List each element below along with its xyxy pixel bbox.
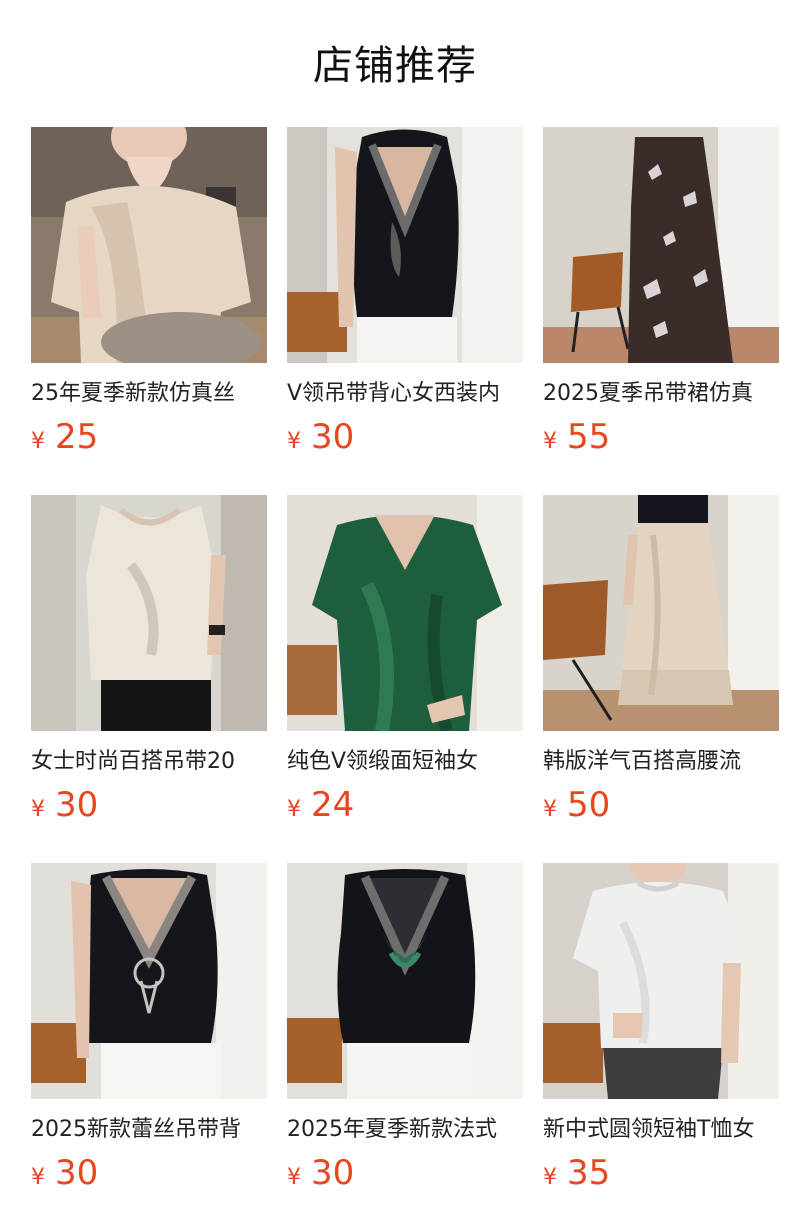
beige-satin-skirt-photo[interactable] <box>543 495 779 731</box>
product-price: ¥ 30 <box>287 1153 354 1193</box>
store-recommendations-page: 店铺推荐 25年夏季新款仿真丝 ¥ 25 V领吊带背心女西装内 ¥ 30 202… <box>0 0 790 1232</box>
product-title[interactable]: V领吊带背心女西装内 <box>287 379 523 409</box>
product-title[interactable]: 2025年夏季新款法式 <box>287 1115 523 1145</box>
price-amount: 30 <box>311 1153 355 1193</box>
product-grid: 25年夏季新款仿真丝 ¥ 25 V领吊带背心女西装内 ¥ 30 2025夏季吊带… <box>31 127 779 1193</box>
black-lace-vest-photo[interactable] <box>287 127 523 363</box>
product-title[interactable]: 2025夏季吊带裙仿真 <box>543 379 779 409</box>
currency-symbol: ¥ <box>287 797 301 822</box>
currency-symbol: ¥ <box>31 797 45 822</box>
product-price: ¥ 30 <box>287 417 354 457</box>
currency-symbol: ¥ <box>287 1165 301 1190</box>
product-card[interactable]: 纯色V领缎面短袖女 ¥ 24 <box>287 495 523 825</box>
product-card[interactable]: 2025新款蕾丝吊带背 ¥ 30 <box>31 863 267 1193</box>
product-title[interactable]: 25年夏季新款仿真丝 <box>31 379 267 409</box>
currency-symbol: ¥ <box>543 797 557 822</box>
product-card[interactable]: 韩版洋气百搭高腰流 ¥ 50 <box>543 495 779 825</box>
price-amount: 30 <box>311 417 355 457</box>
product-title[interactable]: 韩版洋气百搭高腰流 <box>543 747 779 777</box>
currency-symbol: ¥ <box>287 429 301 454</box>
product-card[interactable]: 2025夏季吊带裙仿真 ¥ 55 <box>543 127 779 457</box>
product-price: ¥ 30 <box>31 785 98 825</box>
product-card[interactable]: 新中式圆领短袖T恤女 ¥ 35 <box>543 863 779 1193</box>
product-title[interactable]: 女士时尚百搭吊带20 <box>31 747 267 777</box>
product-price: ¥ 35 <box>543 1153 610 1193</box>
product-card[interactable]: 25年夏季新款仿真丝 ¥ 25 <box>31 127 267 457</box>
butterfly-print-slip-dress-photo[interactable] <box>543 127 779 363</box>
price-amount: 55 <box>567 417 611 457</box>
product-title[interactable]: 新中式圆领短袖T恤女 <box>543 1115 779 1145</box>
black-green-lace-vest-photo[interactable] <box>287 863 523 1099</box>
product-title[interactable]: 2025新款蕾丝吊带背 <box>31 1115 267 1145</box>
page-title: 店铺推荐 <box>313 43 477 89</box>
product-price: ¥ 50 <box>543 785 610 825</box>
white-jacquard-tee-photo[interactable] <box>543 863 779 1099</box>
product-price: ¥ 25 <box>31 417 98 457</box>
product-card[interactable]: 2025年夏季新款法式 ¥ 30 <box>287 863 523 1193</box>
price-amount: 24 <box>311 785 355 825</box>
cream-satin-top-photo[interactable] <box>31 127 267 363</box>
product-card[interactable]: 女士时尚百搭吊带20 ¥ 30 <box>31 495 267 825</box>
price-amount: 35 <box>567 1153 611 1193</box>
ivory-satin-tank-photo[interactable] <box>31 495 267 731</box>
product-card[interactable]: V领吊带背心女西装内 ¥ 30 <box>287 127 523 457</box>
product-title[interactable]: 纯色V领缎面短袖女 <box>287 747 523 777</box>
black-embroidered-vest-photo[interactable] <box>31 863 267 1099</box>
price-amount: 30 <box>55 785 99 825</box>
product-price: ¥ 24 <box>287 785 354 825</box>
currency-symbol: ¥ <box>543 429 557 454</box>
price-amount: 30 <box>55 1153 99 1193</box>
currency-symbol: ¥ <box>543 1165 557 1190</box>
price-amount: 50 <box>567 785 611 825</box>
price-amount: 25 <box>55 417 99 457</box>
product-price: ¥ 55 <box>543 417 610 457</box>
currency-symbol: ¥ <box>31 429 45 454</box>
green-satin-tee-photo[interactable] <box>287 495 523 731</box>
currency-symbol: ¥ <box>31 1165 45 1190</box>
product-price: ¥ 30 <box>31 1153 98 1193</box>
